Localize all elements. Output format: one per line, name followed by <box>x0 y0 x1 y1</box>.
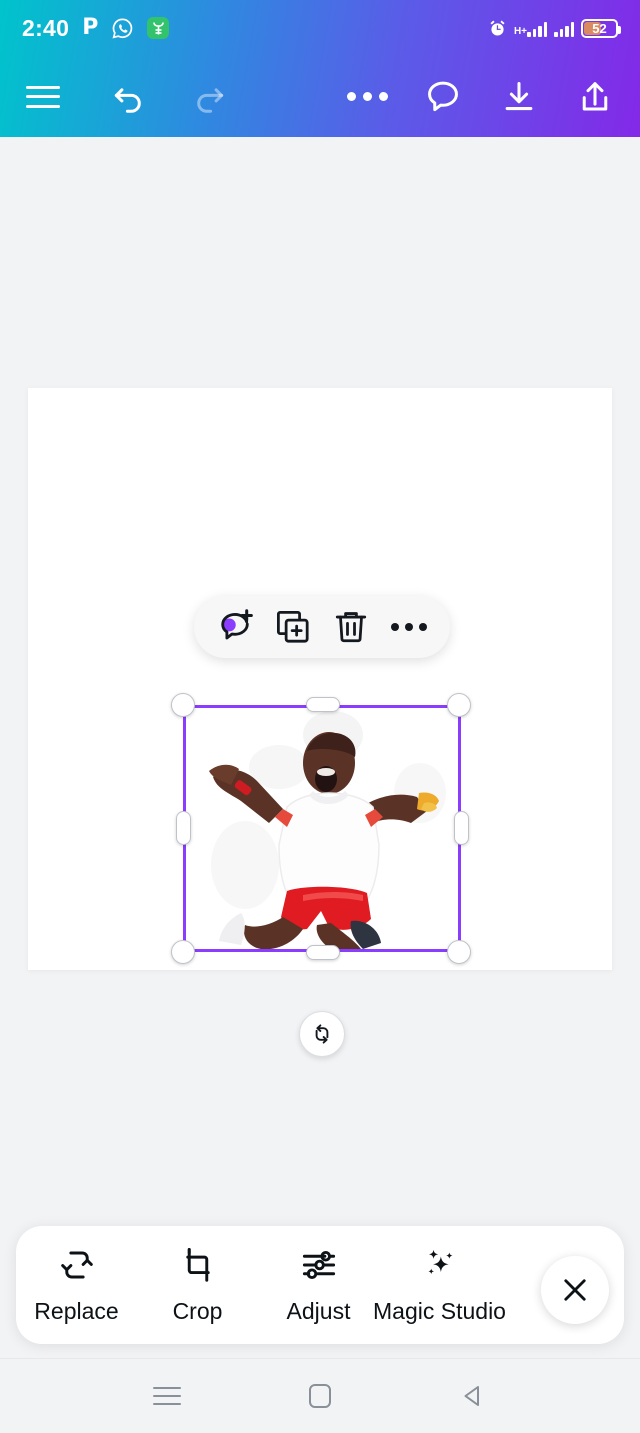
tool-adjust-label: Adjust <box>286 1298 351 1324</box>
resize-handle-top[interactable] <box>306 697 340 712</box>
replace-icon <box>58 1245 96 1285</box>
close-icon <box>564 1279 586 1301</box>
tool-replace-label: Replace <box>34 1298 119 1324</box>
hamburger-icon <box>26 85 60 108</box>
download-icon <box>505 81 533 110</box>
object-more-button[interactable] <box>386 604 432 650</box>
nav-back-button[interactable] <box>445 1368 501 1424</box>
home-square-icon <box>308 1384 331 1408</box>
app-toolbar <box>0 56 640 137</box>
more-horizontal-icon <box>391 623 427 631</box>
resize-handle-bottom-right[interactable] <box>447 940 471 964</box>
share-button[interactable] <box>564 66 626 128</box>
status-bar-right: H+ 52 <box>488 18 621 38</box>
whatsapp-icon <box>111 17 134 40</box>
tool-crop-label: Crop <box>172 1298 223 1324</box>
close-toolbar-button[interactable] <box>541 1256 609 1324</box>
back-triangle-icon <box>464 1386 480 1406</box>
status-time: 2:40 <box>22 14 70 41</box>
tool-crop[interactable]: Crop <box>137 1226 258 1344</box>
battery-percent-label: 52 <box>592 20 607 36</box>
undo-icon <box>114 87 141 113</box>
recents-icon <box>152 1387 181 1405</box>
sparkles-icon <box>421 1245 459 1285</box>
tool-replace[interactable]: Replace <box>16 1226 137 1344</box>
tool-magic-studio-label: Magic Studio <box>373 1298 506 1324</box>
network-indicator-1: H+ <box>514 20 547 37</box>
resize-handle-right[interactable] <box>454 811 469 845</box>
duplicate-button[interactable] <box>270 604 316 650</box>
object-context-toolbar <box>194 596 450 658</box>
resize-handle-left[interactable] <box>176 811 191 845</box>
p-icon: P <box>82 15 99 40</box>
resize-handle-top-right[interactable] <box>447 693 471 717</box>
network-type-label: H+ <box>513 25 527 37</box>
signal-bars-1-icon <box>527 20 547 37</box>
signal-bars-2-icon <box>554 20 574 37</box>
add-comment-icon <box>221 609 253 640</box>
nav-home-button[interactable] <box>292 1368 348 1424</box>
rotate-icon <box>315 1024 329 1044</box>
resize-handle-top-left[interactable] <box>171 693 195 717</box>
comment-bubble-icon <box>428 81 458 111</box>
rotate-handle-button[interactable] <box>299 1011 345 1057</box>
more-options-button[interactable] <box>336 66 398 128</box>
redo-button[interactable] <box>178 66 240 128</box>
duplicate-icon <box>276 610 309 643</box>
android-nav-bar <box>0 1358 640 1433</box>
comments-button[interactable] <box>412 66 474 128</box>
share-icon <box>582 81 608 111</box>
adjust-sliders-icon <box>300 1245 338 1285</box>
more-horizontal-icon <box>346 92 388 101</box>
crop-icon <box>179 1245 217 1285</box>
status-bar-left: 2:40 P <box>22 14 170 42</box>
redo-icon <box>197 87 224 113</box>
status-bar: 2:40 P H+ 52 <box>0 0 640 56</box>
tool-magic-studio[interactable]: Magic Studio <box>373 1226 506 1344</box>
selection-frame <box>183 705 461 952</box>
trash-icon <box>335 612 367 643</box>
undo-button[interactable] <box>98 66 160 128</box>
add-comment-button[interactable] <box>212 604 258 650</box>
alarm-icon <box>488 19 507 38</box>
nav-recents-button[interactable] <box>139 1368 195 1424</box>
app-root: 2:40 P H+ 52 Replace Crop Adjust Magic S… <box>0 0 640 1433</box>
battery-icon: 52 <box>581 18 621 38</box>
tool-adjust[interactable]: Adjust <box>258 1226 379 1344</box>
delete-button[interactable] <box>328 604 374 650</box>
download-button[interactable] <box>488 66 550 128</box>
image-tools-toolbar: Replace Crop Adjust Magic Studio <box>16 1226 624 1344</box>
resize-handle-bottom-left[interactable] <box>171 940 195 964</box>
green-app-icon <box>147 17 170 39</box>
resize-handle-bottom[interactable] <box>306 945 340 960</box>
menu-button[interactable] <box>12 66 74 128</box>
